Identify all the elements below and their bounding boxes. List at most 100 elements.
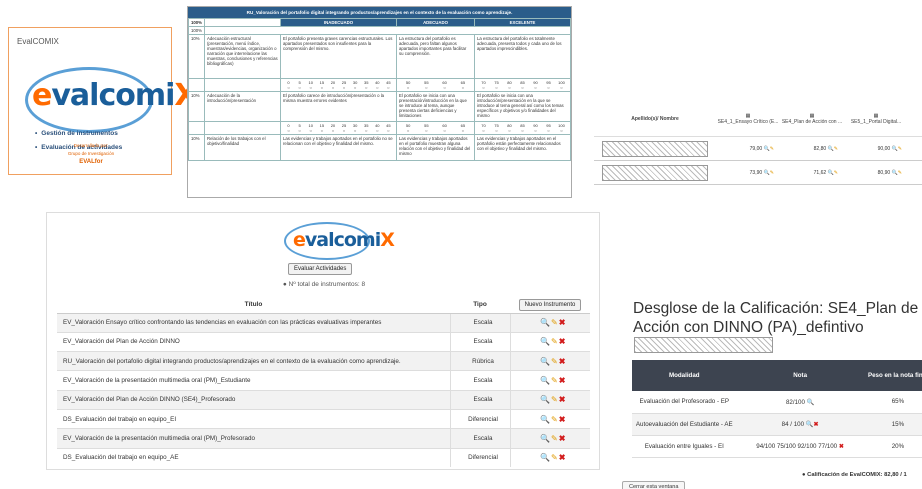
- scale-radios[interactable]: 50 ○ 55 ○ 60 ○ 65 ○: [396, 121, 475, 135]
- rubric-row-weight: 10%: [188, 91, 205, 122]
- scale-option[interactable]: 60 ○: [440, 123, 449, 133]
- scale-radios[interactable]: 0 ○ 5 ○ 10 ○ 15 ○ 20 ○ 25 ○ 30 ○ 35 ○ 40 ○ 45 ○: [280, 121, 397, 135]
- scale-option[interactable]: 5 ○: [295, 80, 304, 90]
- mode-cell: Autoevaluación del Estudiante - AE: [632, 413, 737, 436]
- scale-option[interactable]: 75 ○: [492, 80, 501, 90]
- name-column-header[interactable]: Apellido(s)/ Nombre: [594, 116, 716, 122]
- instrument-row: EV_Valoración del Plan de Acción DINNO Es…: [57, 331, 590, 352]
- search-icon[interactable]: 🔍: [540, 337, 551, 346]
- grade-cell[interactable]: 73,90 🔍✎: [716, 170, 780, 176]
- grade-cell[interactable]: 79,00 🔍✎: [716, 146, 780, 152]
- scale-radios[interactable]: 0 ○ 5 ○ 10 ○ 15 ○ 20 ○ 25 ○ 30 ○ 35 ○ 40 ○ 45 ○: [280, 78, 397, 92]
- pencil-icon[interactable]: ✎: [551, 376, 559, 385]
- search-icon[interactable]: 🔍: [540, 415, 551, 424]
- grade-column-header[interactable]: ▦ SE4_Plan de Acción con ...: [780, 113, 844, 125]
- scale-option[interactable]: 55 ○: [422, 123, 431, 133]
- menu-item-instruments[interactable]: Gestión de instrumentos: [35, 130, 122, 137]
- scale-option[interactable]: 45 ○: [384, 80, 393, 90]
- pencil-icon[interactable]: ✎: [551, 415, 559, 424]
- scale-option[interactable]: 5 ○: [295, 123, 304, 133]
- rubric-sub-percent: 100%: [188, 26, 205, 35]
- evaluate-activities-button[interactable]: Evaluar Actividades: [288, 263, 353, 275]
- pencil-icon[interactable]: ✎: [551, 318, 559, 327]
- scale-option[interactable]: 75 ○: [492, 123, 501, 133]
- scale-option[interactable]: 0 ○: [284, 80, 293, 90]
- scale-option[interactable]: 60 ○: [440, 80, 449, 90]
- grade-column-header[interactable]: ▦ SE4_1_Ensayo Crítico (E...: [716, 113, 780, 125]
- pencil-icon[interactable]: ✎: [551, 434, 559, 443]
- delete-icon[interactable]: ✖: [559, 357, 567, 366]
- grade-cell[interactable]: 84 / 100 🔍✖: [736, 413, 864, 436]
- search-icon[interactable]: 🔍: [540, 453, 551, 462]
- scale-option[interactable]: 90 ○: [531, 80, 540, 90]
- grade-cell[interactable]: 82,80 🔍✎: [780, 146, 844, 152]
- scale-option[interactable]: 0 ○: [284, 123, 293, 133]
- instrument-type: Escala: [449, 428, 510, 449]
- grade-cell[interactable]: 71,62 🔍✎: [780, 170, 844, 176]
- grade-cell[interactable]: 82/100 🔍: [736, 391, 864, 414]
- scale-option[interactable]: 20 ○: [328, 80, 337, 90]
- scale-option[interactable]: 95 ○: [544, 123, 553, 133]
- scale-option[interactable]: 35 ○: [362, 80, 371, 90]
- close-window-button[interactable]: Cerrar esta ventana: [622, 481, 686, 489]
- pencil-icon[interactable]: ✎: [551, 395, 559, 404]
- search-icon[interactable]: 🔍: [540, 395, 551, 404]
- mode-cell: Evaluación entre Iguales - EI: [632, 435, 737, 458]
- scale-option[interactable]: 45 ○: [384, 123, 393, 133]
- scale-option[interactable]: 40 ○: [373, 123, 382, 133]
- scale-option[interactable]: 80 ○: [505, 80, 514, 90]
- mode-header: Modalidad: [632, 360, 737, 391]
- pencil-icon[interactable]: ✎: [551, 453, 559, 462]
- pencil-icon[interactable]: ✎: [551, 357, 559, 366]
- scale-option[interactable]: 10 ○: [306, 80, 315, 90]
- pencil-icon: ✎: [897, 145, 902, 152]
- scale-option[interactable]: 20 ○: [328, 123, 337, 133]
- scale-option[interactable]: 80 ○: [505, 123, 514, 133]
- scale-option[interactable]: 100 ○: [557, 123, 566, 133]
- scale-option[interactable]: 50 ○: [404, 80, 413, 90]
- scale-option[interactable]: 10 ○: [306, 123, 315, 133]
- scale-option[interactable]: 65 ○: [458, 123, 467, 133]
- scale-option[interactable]: 15 ○: [317, 80, 326, 90]
- scale-option[interactable]: 65 ○: [458, 80, 467, 90]
- grade-column-header[interactable]: ▦ SE5_1_Portal Digital...: [844, 113, 908, 125]
- delete-icon: ✖: [838, 442, 845, 450]
- scale-option[interactable]: 100 ○: [557, 80, 566, 90]
- scale-option[interactable]: 35 ○: [362, 123, 371, 133]
- delete-icon[interactable]: ✖: [559, 337, 567, 346]
- scale-radios[interactable]: 70 ○ 75 ○ 80 ○ 85 ○ 90 ○ 95 ○ 100 ○: [474, 121, 571, 135]
- scale-option[interactable]: 55 ○: [422, 80, 431, 90]
- delete-icon[interactable]: ✖: [559, 318, 567, 327]
- scale-radios[interactable]: 70 ○ 75 ○ 80 ○ 85 ○ 90 ○ 95 ○ 100 ○: [474, 78, 571, 92]
- search-icon[interactable]: 🔍: [540, 318, 551, 327]
- scale-option[interactable]: 95 ○: [544, 80, 553, 90]
- scale-option[interactable]: 40 ○: [373, 80, 382, 90]
- new-instrument-button[interactable]: Nuevo Instrumento: [518, 299, 582, 312]
- search-icon[interactable]: 🔍: [540, 357, 551, 366]
- pencil-icon[interactable]: ✎: [551, 337, 559, 346]
- search-icon[interactable]: 🔍: [540, 434, 551, 443]
- scale-option[interactable]: 70 ○: [479, 123, 488, 133]
- scale-option[interactable]: 15 ○: [317, 123, 326, 133]
- grade-row: 73,90 🔍✎ 71,62 🔍✎ 80,90 🔍✎: [594, 161, 922, 185]
- delete-icon[interactable]: ✖: [559, 434, 567, 443]
- grade-cell[interactable]: 94/100 75/100 92/100 77/100 ✖: [736, 435, 864, 458]
- scale-option[interactable]: 30 ○: [351, 123, 360, 133]
- delete-icon[interactable]: ✖: [559, 376, 567, 385]
- scale-option[interactable]: 25 ○: [340, 80, 349, 90]
- scale-option[interactable]: 50 ○: [404, 123, 413, 133]
- scale-option[interactable]: 25 ○: [340, 123, 349, 133]
- scale-option[interactable]: 70 ○: [479, 80, 488, 90]
- grade-cell[interactable]: 80,90 🔍✎: [844, 170, 908, 176]
- scale-radios[interactable]: 50 ○ 55 ○ 60 ○ 65 ○: [396, 78, 475, 92]
- scale-option[interactable]: 85 ○: [518, 80, 527, 90]
- scale-option[interactable]: 85 ○: [518, 123, 527, 133]
- search-icon[interactable]: 🔍: [540, 376, 551, 385]
- scale-option[interactable]: 90 ○: [531, 123, 540, 133]
- delete-icon[interactable]: ✖: [559, 453, 567, 462]
- delete-icon[interactable]: ✖: [559, 415, 567, 424]
- scale-option[interactable]: 30 ○: [351, 80, 360, 90]
- grade-cell[interactable]: 90,00 🔍✎: [844, 146, 908, 152]
- delete-icon[interactable]: ✖: [559, 395, 567, 404]
- rubric-criterion: Adecuación estructural (presentación, me…: [204, 34, 281, 79]
